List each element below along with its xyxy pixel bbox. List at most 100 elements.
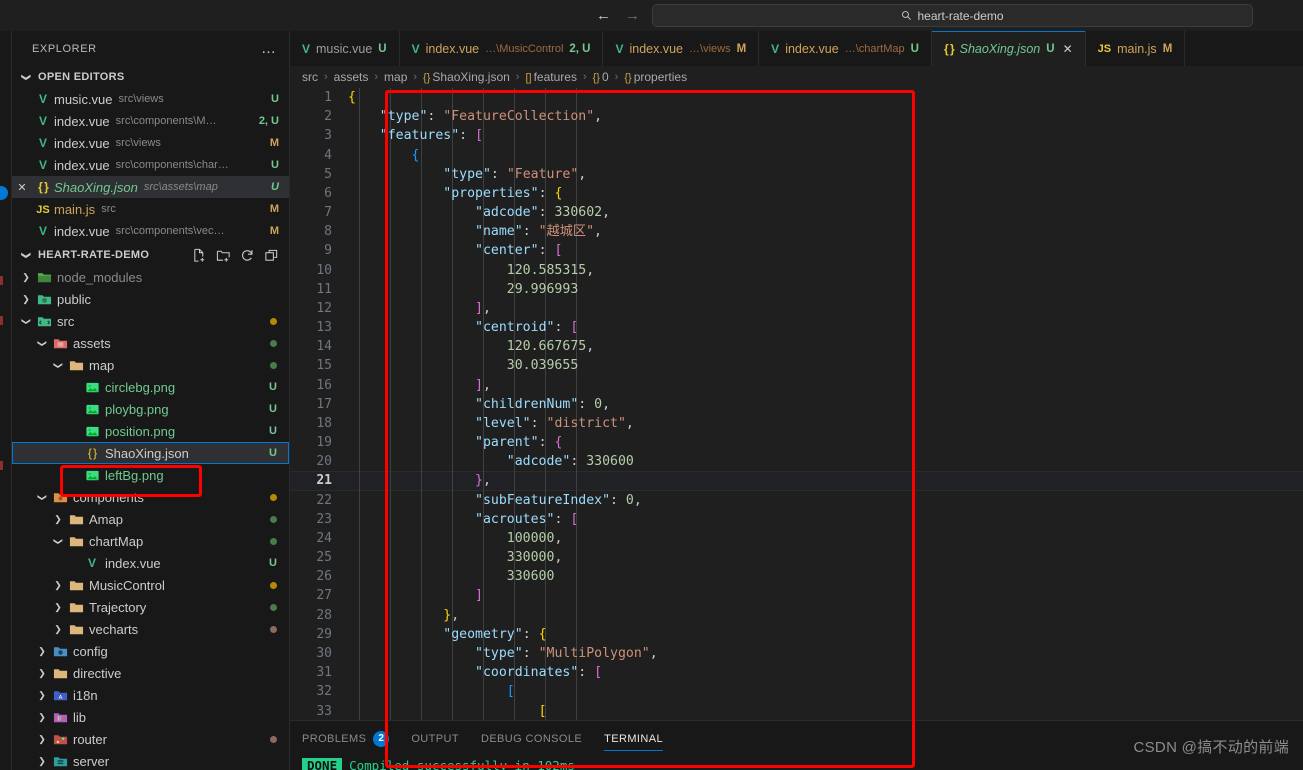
editor-tab[interactable]: Vindex.vue …\MusicControl 2, U: [399, 31, 604, 66]
tree-item[interactable]: ❯ Amap: [12, 508, 289, 530]
open-editor-item[interactable]: Vindex.vue src\components\M… 2, U: [12, 110, 289, 132]
line-content: },: [475, 473, 491, 489]
chevron-down-icon: ❯: [21, 317, 32, 325]
arrow-left-icon[interactable]: ←: [596, 8, 611, 23]
tree-item[interactable]: ❯ public: [12, 288, 289, 310]
tree-item[interactable]: ❯ MusicControl: [12, 574, 289, 596]
tree-item[interactable]: ❯ router: [12, 728, 289, 750]
panel-tab[interactable]: TERMINAL: [604, 721, 663, 756]
open-editor-item[interactable]: JS main.js src M: [12, 198, 289, 220]
explorer-actions: [192, 248, 289, 263]
tree-item-label: leftBg.png: [105, 467, 164, 483]
breadcrumb-item[interactable]: src: [302, 70, 318, 84]
open-editor-item[interactable]: ✕ { } ShaoXing.json src\assets\map U: [12, 176, 289, 198]
json-icon: { }: [87, 446, 97, 460]
line-content: "features": [: [379, 128, 484, 144]
editor-tab[interactable]: Vindex.vue …\chartMap U: [759, 31, 932, 66]
line-number: 1: [324, 90, 332, 105]
code-line: 25 330000,: [290, 548, 1303, 567]
tree-item[interactable]: ❯ node_modules: [12, 266, 289, 288]
tree-item[interactable]: ❯ components: [12, 486, 289, 508]
tree-item[interactable]: ❯ directive: [12, 662, 289, 684]
tree-item-label: i18n: [73, 687, 98, 703]
tree-item[interactable]: ❯ vecharts: [12, 618, 289, 640]
panel-tab[interactable]: DEBUG CONSOLE: [481, 721, 582, 756]
tree-item[interactable]: position.png U: [12, 420, 289, 442]
open-editor-status-badge: U: [271, 93, 279, 105]
file-type-icon: V: [32, 224, 54, 238]
breadcrumb-item[interactable]: {} properties: [624, 70, 687, 84]
image-icon: [85, 470, 99, 480]
panel-tab[interactable]: PROBLEMS 2: [302, 721, 390, 756]
arrow-right-icon[interactable]: →: [625, 8, 640, 23]
open-editor-item[interactable]: Vmusic.vue src\views U: [12, 88, 289, 110]
tree-item[interactable]: ❯ src: [12, 310, 289, 332]
breadcrumb-item[interactable]: [] features: [525, 70, 576, 84]
command-search-input[interactable]: heart-rate-demo: [652, 4, 1253, 27]
new-folder-icon[interactable]: [216, 248, 231, 263]
editor-tab[interactable]: { } ShaoXing.json U ✕: [931, 31, 1086, 66]
explorer-more-actions-icon[interactable]: …: [261, 40, 277, 57]
tree-item[interactable]: ❯ config: [12, 640, 289, 662]
code-editor[interactable]: 1{2 "type": "FeatureCollection", 3 "featu…: [290, 88, 1303, 720]
breadcrumb-item[interactable]: {} ShaoXing.json: [423, 70, 510, 84]
code-line: 12 ],: [290, 299, 1303, 318]
line-number: 23: [316, 511, 332, 527]
tree-item[interactable]: Vindex.vue U: [12, 552, 289, 574]
tree-item[interactable]: ❯ lib: [12, 706, 289, 728]
panel-tab[interactable]: OUTPUT: [411, 721, 459, 756]
new-file-icon[interactable]: [192, 248, 207, 263]
tree-item[interactable]: ❯ map: [12, 354, 289, 376]
close-icon[interactable]: ✕: [1063, 42, 1073, 56]
breadcrumb-separator: ›: [614, 71, 619, 83]
line-number: 8: [324, 224, 332, 240]
breadcrumb-label: features: [533, 70, 577, 84]
project-section-header[interactable]: HEART-RATE-DEMO: [12, 244, 289, 266]
vue-icon: V: [38, 92, 47, 106]
tree-item[interactable]: ❯ server: [12, 750, 289, 770]
open-editor-item[interactable]: Vindex.vue src\components\vec… M: [12, 220, 289, 242]
tab-status-badge: U: [910, 42, 919, 55]
tree-item[interactable]: { } ShaoXing.json U: [12, 442, 289, 464]
chevron-right-icon: ❯: [38, 645, 46, 656]
explorer-title: EXPLORER: [32, 42, 97, 55]
tree-item[interactable]: leftBg.png: [12, 464, 289, 486]
tree-item-status-dot: [270, 317, 277, 325]
editor-tab[interactable]: Vmusic.vue U: [290, 31, 400, 66]
activity-bar[interactable]: [0, 31, 12, 770]
breadcrumb-separator: ›: [374, 71, 379, 83]
chevron-right-icon: ❯: [54, 623, 62, 634]
line-number: 26: [316, 569, 332, 585]
tree-item-icon: [82, 468, 102, 483]
editor-tab[interactable]: JS main.js M: [1085, 31, 1186, 66]
editor-tab[interactable]: Vindex.vue …\views M: [603, 31, 760, 66]
breadcrumb-item[interactable]: assets: [334, 70, 369, 84]
tree-item[interactable]: circlebg.png U: [12, 376, 289, 398]
tree-item[interactable]: ❯ Trajectory: [12, 596, 289, 618]
tree-item[interactable]: ploybg.png U: [12, 398, 289, 420]
open-editor-item[interactable]: Vindex.vue src\views M: [12, 132, 289, 154]
breadcrumb-item[interactable]: map: [384, 70, 407, 84]
open-editors-section-header[interactable]: OPEN EDITORS: [12, 66, 289, 88]
refresh-icon[interactable]: [240, 248, 255, 263]
tree-item-icon: [50, 644, 70, 659]
close-icon[interactable]: ✕: [12, 181, 32, 194]
breadcrumb-item[interactable]: {} 0: [593, 70, 609, 84]
code-line: 1{: [290, 88, 1303, 107]
open-editor-item[interactable]: Vindex.vue src\components\char… U: [12, 154, 289, 176]
code-line: 29 "geometry": {: [290, 625, 1303, 644]
chevron-right-icon: ❯: [38, 755, 46, 766]
chevron-right-icon: ❯: [54, 601, 62, 612]
code-line: 15 30.039655: [290, 356, 1303, 375]
file-type-icon: V: [32, 92, 54, 106]
vue-icon: V: [38, 224, 47, 238]
tree-item[interactable]: ❯ Ai18n: [12, 684, 289, 706]
tree-item-label: MusicControl: [89, 577, 165, 593]
tree-item[interactable]: ❯ assets: [12, 332, 289, 354]
tree-item-status-dot: [270, 603, 277, 611]
tree-item-icon: [82, 402, 102, 417]
collapse-all-icon[interactable]: [264, 248, 279, 263]
tree-item[interactable]: ❯ chartMap: [12, 530, 289, 552]
line-number: 12: [316, 300, 332, 316]
folder-icon: [69, 514, 83, 524]
